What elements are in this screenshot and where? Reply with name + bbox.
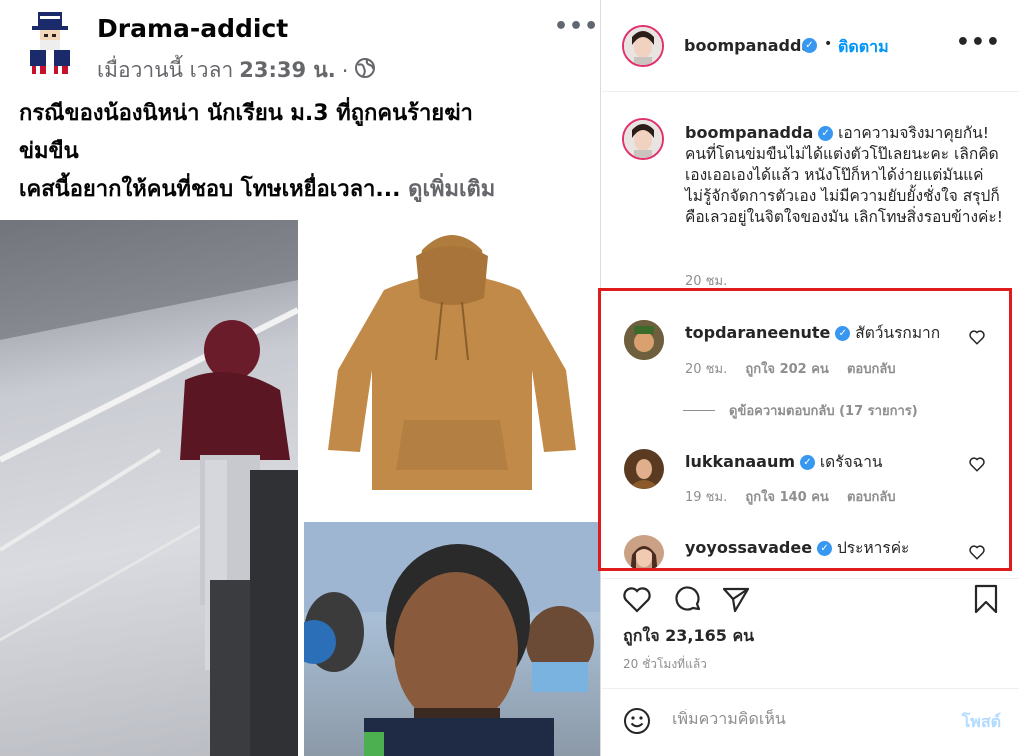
follow-button[interactable]: ติดตาม	[838, 35, 889, 60]
post-caption: boompanadda ✓ เอาความจริงมาคุยกัน! คนที่…	[685, 122, 1005, 228]
post-text-line: ข่มขืน	[19, 139, 79, 164]
post-meta: เมื่อวานนี้ เวลา 23:39 น. ·	[97, 54, 376, 87]
suspect-photo[interactable]	[304, 522, 600, 756]
post-options-icon[interactable]: •••	[554, 14, 599, 39]
cctv-photo[interactable]	[0, 220, 298, 756]
post-text-truncated: เคสนี้อยากให้คนที่ชอบ โทษเหยื่อเวลา...	[19, 177, 401, 202]
header-separator: •	[824, 36, 833, 52]
photo-grid	[0, 220, 600, 756]
date-prefix: เมื่อวานนี้ เวลา	[97, 58, 234, 82]
post-timestamp: 20 ชั่วโมงที่แล้ว	[623, 657, 707, 671]
verified-badge-icon: ✓	[818, 126, 834, 141]
verified-badge-icon: ✓	[802, 38, 817, 53]
globe-icon	[354, 57, 376, 84]
add-comment-bar: โพสต์	[602, 688, 1019, 756]
post-text: กรณีของน้องนิหน่า นักเรียน ม.3 ที่ถูกคนร…	[19, 95, 589, 209]
caption-username[interactable]: boompanadda	[685, 123, 813, 142]
owner-avatar[interactable]	[622, 25, 664, 67]
red-highlight-box	[598, 288, 1012, 571]
post-header: boompanadda ✓ • ติดตาม •••	[602, 0, 1019, 92]
post-text-line: กรณีของน้องนิหน่า นักเรียน ม.3 ที่ถูกคนร…	[19, 101, 473, 126]
post-time[interactable]: 23:39 น.	[239, 54, 336, 87]
meta-dot: ·	[341, 58, 349, 83]
emoji-icon[interactable]	[622, 706, 652, 736]
hoodie-photo[interactable]	[304, 220, 600, 516]
share-send-icon[interactable]	[720, 583, 752, 615]
comment-bubble-icon[interactable]	[672, 583, 704, 615]
post-comment-button[interactable]: โพสต์	[962, 710, 1001, 735]
post-text-line: เคสนี้อยากให้คนที่ชอบ โทษเหยื่อเวลา... ด…	[19, 171, 589, 209]
caption-avatar[interactable]	[622, 118, 664, 160]
more-options-icon[interactable]: •••	[956, 30, 1001, 55]
comment-input[interactable]	[672, 709, 932, 728]
facebook-post-screenshot: Drama-addict เมื่อวานนี้ เวลา 23:39 น. ·…	[0, 0, 601, 756]
page-avatar[interactable]	[20, 10, 80, 76]
like-count[interactable]: ถูกใจ 23,165 คน	[623, 624, 754, 649]
action-bar	[602, 578, 1019, 618]
like-heart-icon[interactable]	[621, 583, 653, 615]
see-more-link[interactable]: ดูเพิ่มเติม	[408, 177, 495, 202]
page-name[interactable]: Drama-addict	[97, 14, 288, 43]
owner-username[interactable]: boompanadda	[684, 36, 812, 55]
save-bookmark-icon[interactable]	[970, 583, 1002, 615]
